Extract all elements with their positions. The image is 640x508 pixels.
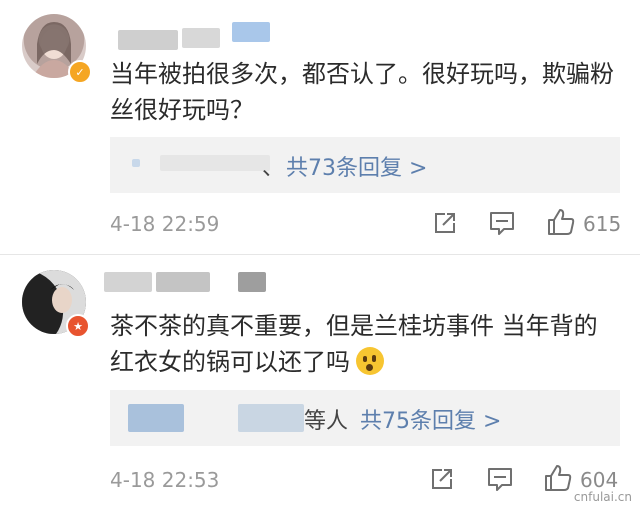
comment-item: ✓ 当年被拍很多次，都否认了。很好玩吗，欺骗粉丝很好玩吗？ 、 共73条回复 >… [0,0,640,254]
comment-button[interactable] [488,208,516,238]
share-icon [435,213,455,233]
like-count: 604 [580,468,619,492]
like-icon [548,209,575,235]
reply-box[interactable]: 等人 共75条回复 > [110,390,620,446]
comment-time: 4-18 22:53 [110,468,220,492]
username-blurred-3 [232,22,270,42]
reply-prefix: 、 [262,156,285,181]
verified-badge-icon: ★ [66,314,90,338]
comment-time: 4-18 22:59 [110,212,220,236]
comment-item: ★ 茶不茶的真不重要，但是兰桂坊事件 当年背的红衣女的锅可以还了吗 等人 共75… [0,254,640,508]
like-count: 615 [583,212,622,236]
reply-prefix: 等人 [304,409,349,434]
watermark: cnfulai.cn [573,490,632,504]
like-button[interactable] [546,207,576,237]
username-blurred[interactable] [118,30,178,50]
view-replies-link[interactable]: 共73条回复 > [286,150,427,182]
username-blurred[interactable] [104,272,152,292]
reply-user-blurred [132,159,140,167]
reply-user-blurred [128,404,184,432]
verified-badge-icon: ✓ [68,60,92,84]
like-button[interactable] [543,463,573,493]
comment-button[interactable] [486,464,514,494]
share-icon [432,469,452,489]
comment-text: 茶不茶的真不重要，但是兰桂坊事件 当年背的红衣女的锅可以还了吗 [110,308,620,380]
emoji-icon [356,347,384,375]
username-blurred-2 [182,28,220,48]
share-button[interactable] [428,464,456,494]
comment-icon [490,212,514,235]
username-blurred-3 [238,272,266,292]
view-replies-link[interactable]: 共75条回复 > [360,403,501,435]
comment-icon [488,468,512,491]
share-button[interactable] [431,208,459,238]
like-icon [545,465,572,491]
reply-user-blurred-2 [238,404,304,432]
reply-user-blurred-2 [160,155,270,171]
comment-text: 当年被拍很多次，都否认了。很好玩吗，欺骗粉丝很好玩吗？ [110,60,614,124]
username-blurred-2 [156,272,210,292]
comment-text-content: 茶不茶的真不重要，但是兰桂坊事件 当年背的红衣女的锅可以还了吗 [110,312,598,376]
reply-box[interactable]: 、 共73条回复 > [110,137,620,193]
